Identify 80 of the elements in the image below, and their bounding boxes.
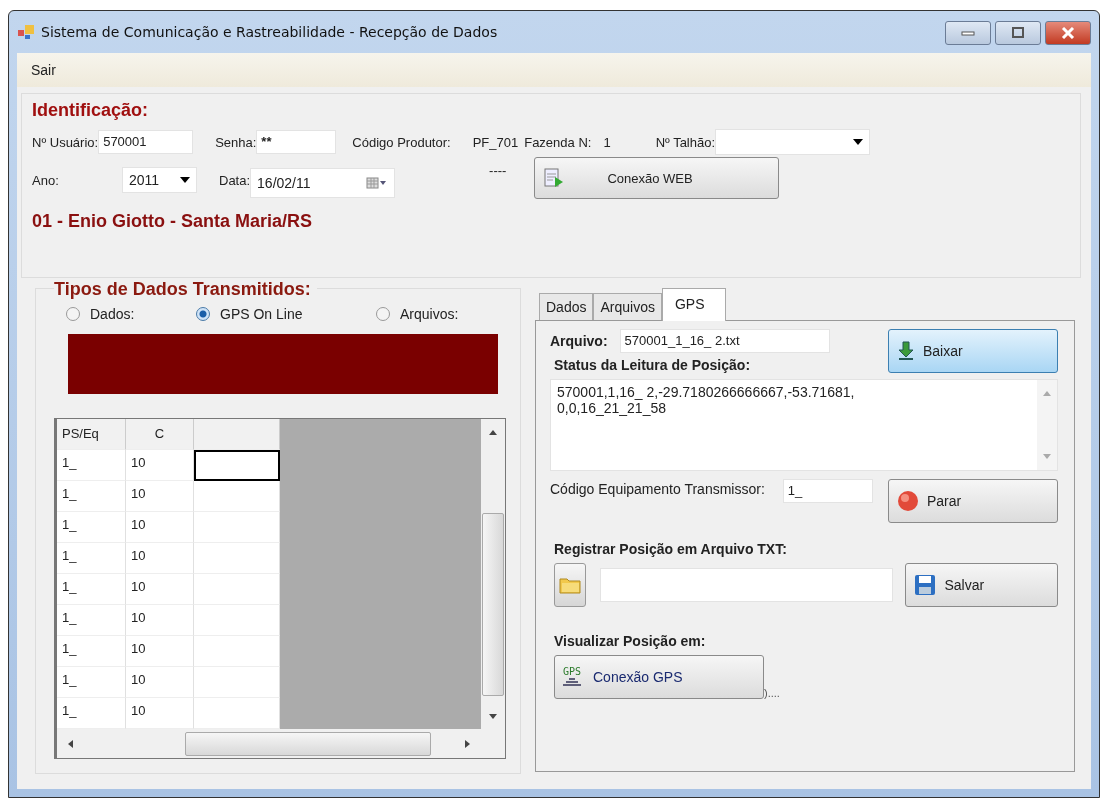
scroll-down-icon[interactable]: [488, 712, 498, 720]
gps-connection-button[interactable]: GPS Conexão GPS: [554, 655, 764, 699]
field-label: Fazenda N:: [524, 134, 592, 150]
minimize-icon: [961, 30, 975, 36]
minimize-button[interactable]: [945, 21, 991, 45]
column-header[interactable]: C: [126, 419, 194, 450]
scroll-up-icon[interactable]: [488, 429, 498, 437]
table-cell: 10: [126, 574, 194, 605]
field-label: Senha:: [215, 134, 257, 150]
table-cell[interactable]: [194, 450, 280, 481]
download-icon: [897, 341, 915, 361]
table-cell: 10: [126, 543, 194, 574]
table-cell: 1_: [57, 450, 126, 481]
column-header[interactable]: PS/Eq: [57, 419, 126, 450]
field-label: Status da Leitura de Posição:: [554, 357, 752, 373]
field-label: Ano:: [32, 172, 60, 188]
table-cell: 1_: [57, 481, 126, 512]
table-cell: 10: [126, 481, 194, 512]
status-text-line: 0,0,16_21_21_58: [557, 400, 667, 416]
farm-number: 1: [603, 134, 611, 150]
year-dropdown[interactable]: 2011: [122, 167, 197, 193]
field-label: Código Produtor:: [352, 134, 451, 150]
producer-code: PF_701: [472, 134, 519, 150]
table-cell: 1_: [57, 636, 126, 667]
radio-option[interactable]: Arquivos:: [376, 306, 506, 322]
caret-icon: [180, 177, 190, 183]
field-label: Arquivo:: [550, 333, 608, 349]
save-button[interactable]: Salvar: [905, 563, 1058, 607]
password-field[interactable]: **: [256, 130, 337, 154]
tab[interactable]: GPS: [661, 288, 726, 321]
scroll-right-icon[interactable]: [463, 738, 471, 749]
folder-button[interactable]: [554, 563, 587, 607]
field-label: Visualizar Posição em:: [554, 633, 707, 649]
maximize-icon: [1011, 27, 1025, 39]
table-cell: 1_: [57, 574, 126, 605]
window-title: Sistema de Comunicação e Rastreabilidade - Recepção de Dados: [41, 24, 498, 40]
section-title: Identificação:: [32, 100, 150, 121]
scroll-left-icon[interactable]: [67, 738, 75, 749]
download-button[interactable]: Baixar: [888, 329, 1058, 373]
status-text-line: 570001,1,16_ 2,-29.7180266666667,-53.71681,: [557, 384, 856, 400]
table-cell: 1_: [57, 605, 126, 636]
producer-name: 01 - Enio Giotto - Santa Maria/RS: [32, 211, 314, 232]
status-dots: )....: [764, 687, 780, 699]
table-cell: 1_: [57, 512, 126, 543]
dashes-label: ----: [489, 163, 507, 178]
folder-icon: [559, 576, 582, 594]
stop-icon: [897, 490, 919, 512]
field-label: Data:: [219, 172, 251, 188]
table-cell: 1_: [57, 543, 126, 574]
field-label: Nº Usuário:: [32, 134, 99, 150]
save-icon: [914, 574, 937, 596]
stop-button[interactable]: Parar: [888, 479, 1058, 523]
file-path-field[interactable]: [600, 568, 894, 602]
table-cell: 10: [126, 512, 194, 543]
table-cell: 10: [126, 667, 194, 698]
radio-option[interactable]: Dados:: [66, 306, 196, 322]
maximize-button[interactable]: [995, 21, 1041, 45]
file-field[interactable]: 570001_1_16_ 2.txt: [619, 329, 830, 353]
caret-icon: [853, 139, 864, 145]
close-icon: [1061, 27, 1075, 39]
field-label: Registrar Posição em Arquivo TXT:: [554, 541, 788, 557]
close-button[interactable]: [1045, 21, 1091, 45]
tab[interactable]: Arquivos: [593, 293, 662, 320]
tab[interactable]: Dados: [539, 293, 594, 320]
table-cell: 1_: [57, 667, 126, 698]
date-picker[interactable]: 16/02/11: [250, 168, 396, 198]
radio-option[interactable]: GPS On Line: [196, 306, 376, 322]
table-cell: 10: [126, 636, 194, 667]
table-cell: 10: [126, 605, 194, 636]
table-cell: 10: [126, 450, 194, 481]
field-label: Nº Talhão:: [655, 134, 716, 150]
user-field[interactable]: 570001: [98, 130, 194, 154]
plot-dropdown[interactable]: [715, 129, 871, 155]
menu-item[interactable]: Sair: [31, 62, 56, 78]
section-title: Tipos de Dados Transmitidos:: [54, 279, 317, 300]
calendar-icon: [366, 177, 389, 189]
app-icon: [17, 24, 35, 40]
transmitter-code-field[interactable]: 1_: [782, 479, 873, 503]
field-label: Código Equipamento Transmissor:: [550, 481, 765, 497]
web-connection-button[interactable]: Conexão WEB: [534, 157, 780, 199]
